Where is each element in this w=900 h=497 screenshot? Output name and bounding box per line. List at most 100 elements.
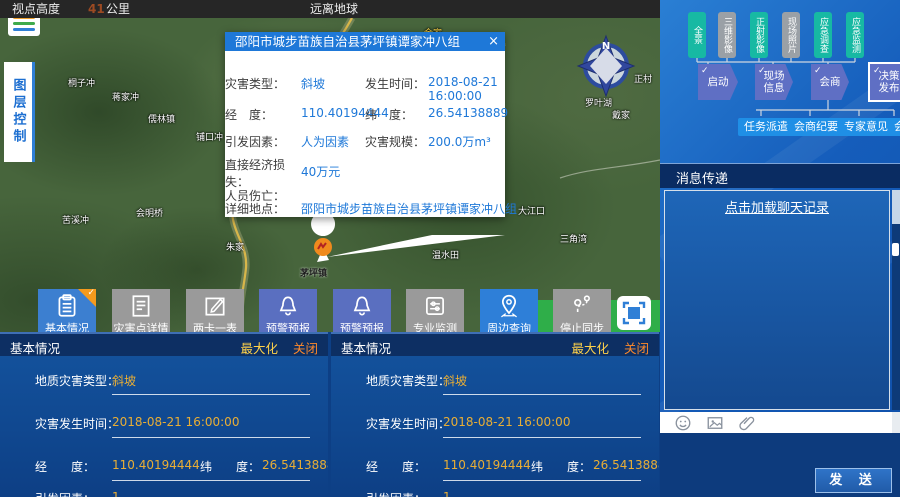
panel-title: 基本情况 <box>10 338 60 357</box>
field-label: 经 度： <box>225 106 289 123</box>
action-button-minutes[interactable]: 会商纪要 <box>788 118 844 136</box>
tool-tile-disaster-detail[interactable]: 灾害点详情 <box>112 289 170 336</box>
flow-node-decision[interactable]: ✓ 决策发布 <box>870 64 900 100</box>
field-label: 灾害类型： <box>225 75 289 92</box>
panel-header: 基本情况 最大化 关闭 <box>0 332 328 356</box>
fullscreen-icon <box>622 301 646 325</box>
menu-bar <box>13 28 35 31</box>
check-icon: ✓ <box>873 65 881 77</box>
field-label: 纬 度： <box>200 458 260 475</box>
attachment-icon[interactable] <box>738 414 756 432</box>
close-button[interactable]: 关闭 <box>624 338 649 357</box>
field-value: 26.54138889 <box>262 458 328 472</box>
tool-tile-warning-2[interactable]: 预警预报 <box>333 289 391 336</box>
maximize-button[interactable]: 最大化 <box>240 338 278 357</box>
field-value: 1 <box>443 490 451 497</box>
message-section-header: 消息传递 <box>660 163 900 188</box>
clipboard-icon <box>54 293 80 319</box>
action-button-dispatch[interactable]: 任务派遣 <box>738 118 794 136</box>
field-value: 人为因素 <box>301 133 349 150</box>
toolbar-edge <box>892 412 900 433</box>
layer-button-monitor[interactable]: 应急监测 <box>846 12 864 58</box>
load-chat-history-link[interactable]: 点击加载聊天记录 <box>665 197 889 216</box>
check-icon: ✓ <box>758 65 766 77</box>
layer-button-ortho[interactable]: 正射影像 <box>750 12 768 58</box>
layer-button-survey[interactable]: 应急调查 <box>814 12 832 58</box>
viewpoint-height-label: 视点高度 <box>12 0 60 18</box>
layer-button-site-photo[interactable]: 现场照片 <box>782 12 800 58</box>
field-value: 40万元 <box>301 163 340 180</box>
action-button-expert[interactable]: 专家意见 <box>838 118 894 136</box>
field-value: 斜坡 <box>112 372 136 389</box>
flow-node-consult[interactable]: ✓ 会商 <box>811 64 849 100</box>
field-value: 邵阳市城步苗族自治县茅坪镇谭家冲八组 <box>301 200 517 217</box>
flow-node-label: 会商 <box>820 76 841 88</box>
image-icon[interactable] <box>706 414 724 432</box>
tool-tile-monitoring[interactable]: 专业监测 <box>406 289 464 336</box>
field-label: 引发因素： <box>225 133 289 150</box>
route-icon <box>569 293 595 319</box>
check-icon: ✓ <box>814 65 822 77</box>
side-window-button[interactable] <box>892 243 899 256</box>
send-button[interactable]: 发 送 <box>815 468 892 493</box>
field-value: 200.0万m³ <box>428 133 502 150</box>
field-value: 26.54138889 <box>428 106 502 120</box>
field-underline <box>443 480 641 481</box>
field-label: 详细地点： <box>225 200 289 217</box>
layer-control-button[interactable]: 图层控制 <box>4 62 35 162</box>
viewpoint-height-unit: 公里 <box>106 0 130 18</box>
side-window-edge <box>892 190 900 224</box>
tool-tile-card-form[interactable]: 两卡一表 <box>186 289 244 336</box>
check-icon: ✓ <box>701 65 709 77</box>
field-label: 经 度： <box>366 458 426 475</box>
message-input-area[interactable]: 发 送 <box>660 433 900 497</box>
panel-header: 基本情况 最大化 关闭 <box>331 332 659 356</box>
field-value: 2018-08-21 16:00:00 <box>443 415 570 429</box>
layer-button-panorama[interactable]: 全景 <box>688 12 706 58</box>
tool-tile-basic-info[interactable]: ✓ 基本情况 <box>38 289 96 336</box>
close-button[interactable]: 关闭 <box>293 338 318 357</box>
popup-close-button[interactable]: × <box>488 32 499 51</box>
field-value: 1 <box>112 490 120 497</box>
basic-info-panel: 基本情况 最大化 关闭 地质灾害类型： 斜坡 灾害发生时间： 2018-08-2… <box>0 332 328 497</box>
action-button-consult[interactable]: 会商 <box>888 118 900 136</box>
emoji-icon[interactable] <box>674 414 692 432</box>
chat-toolbar <box>660 412 892 433</box>
field-label: 灾害规模： <box>365 133 427 150</box>
field-label: 地质灾害类型： <box>35 372 119 389</box>
maximize-button[interactable]: 最大化 <box>571 338 609 357</box>
field-underline <box>443 394 641 395</box>
tool-tile-warning-1[interactable]: 预警预报 <box>259 289 317 336</box>
field-label: 纬 度： <box>365 106 427 123</box>
field-value: 斜坡 <box>301 75 325 92</box>
field-label: 地质灾害类型： <box>366 372 450 389</box>
field-label: 引发因素： <box>35 490 95 497</box>
flow-node-label: 现场信息 <box>762 70 786 94</box>
tool-tile-nearby-query[interactable]: 周边查询 <box>480 289 538 336</box>
viewpoint-height-value: 41 <box>88 0 105 18</box>
basic-info-panel: 基本情况 最大化 关闭 地质灾害类型： 斜坡 灾害发生时间： 2018-08-2… <box>331 332 659 497</box>
field-label: 灾害发生时间： <box>35 415 119 432</box>
menu-bar <box>13 22 35 25</box>
document-icon <box>128 293 154 319</box>
field-value: 26.54138889 <box>593 458 659 472</box>
field-label: 发生时间： <box>365 75 427 92</box>
workflow-and-chat-column: 全景 三维影像 正射影像 现场照片 应急调查 应急监测 ✓ 启动 ✓ 现场信息 … <box>660 0 900 497</box>
status-bar: 视点高度 41 公里 远离地球 <box>0 0 660 18</box>
fullscreen-extent-button[interactable] <box>617 296 651 330</box>
field-value: 斜坡 <box>443 372 467 389</box>
map-pin-icon <box>496 293 522 319</box>
field-label: 灾害发生时间： <box>366 415 450 432</box>
tool-tile-stop-sync[interactable]: 停止同步 <box>553 289 611 336</box>
flow-node-site-info[interactable]: ✓ 现场信息 <box>755 64 793 100</box>
flow-node-label: 启动 <box>708 76 729 88</box>
field-label: 经 度： <box>35 458 95 475</box>
panel-title: 基本情况 <box>341 338 391 357</box>
edit-icon <box>202 293 228 319</box>
field-label: 直接经济损失： <box>225 156 289 190</box>
check-icon: ✓ <box>87 288 95 298</box>
message-section-title: 消息传递 <box>676 168 728 187</box>
layer-button-3d-image[interactable]: 三维影像 <box>718 12 736 58</box>
earth-distance-label: 远离地球 <box>310 0 358 18</box>
flow-node-start[interactable]: ✓ 启动 <box>698 64 738 100</box>
